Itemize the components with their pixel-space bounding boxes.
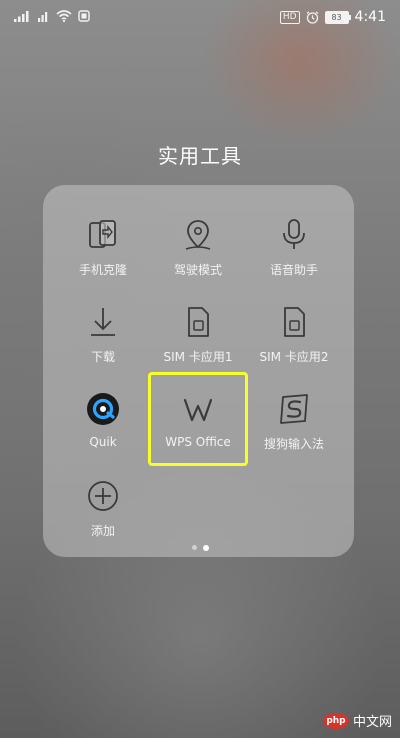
app-sogou-input[interactable]: 搜狗输入法 (242, 379, 346, 463)
app-label: Quik (89, 435, 117, 449)
app-driving-mode[interactable]: 驾驶模式 (146, 205, 250, 289)
app-label: SIM 卡应用1 (163, 350, 233, 364)
app-label: 下载 (90, 350, 115, 364)
phone-clone-icon (89, 220, 116, 248)
page-dot-1[interactable] (191, 545, 197, 550)
quik-app-icon (87, 393, 119, 425)
download-icon (91, 308, 115, 336)
status-bar-left (14, 10, 90, 22)
sogou-input-icon (280, 394, 308, 424)
hd-badge: HD (279, 10, 300, 24)
alarm-icon (306, 10, 318, 24)
app-label: 添加 (90, 524, 115, 538)
folder-title[interactable]: 实用工具 (0, 140, 400, 169)
microphone-icon (283, 219, 305, 249)
watermark-logo: php (322, 712, 349, 729)
sim-card-icon (284, 307, 305, 337)
battery-indicator: 83 (324, 10, 351, 24)
status-bar: HD 83 4:41 (0, 0, 400, 34)
wifi-icon (56, 10, 72, 22)
app-phone-clone[interactable]: 手机克隆 (51, 205, 155, 289)
app-download[interactable]: 下载 (51, 292, 155, 376)
notification-icon (78, 10, 90, 22)
app-quik[interactable]: Quik (51, 379, 155, 463)
add-app-button[interactable]: 添加 (51, 466, 155, 550)
status-bar-right: HD 83 4:41 (279, 9, 386, 25)
app-voice-assistant[interactable]: 语音助手 (242, 205, 346, 289)
clock: 4:41 (354, 9, 386, 25)
app-label: 搜狗输入法 (263, 437, 324, 451)
add-icon (88, 481, 118, 511)
page-dot-2[interactable] (202, 544, 209, 551)
app-label: 语音助手 (269, 263, 318, 277)
location-pin-icon (185, 220, 211, 250)
app-label: 手机克隆 (78, 263, 127, 277)
app-sim-card-1[interactable]: SIM 卡应用1 (146, 292, 250, 376)
sim-card-icon (188, 307, 209, 337)
watermark-text: 中文网 (352, 715, 392, 730)
app-sim-card-2[interactable]: SIM 卡应用2 (242, 292, 346, 376)
page-indicator (0, 544, 400, 551)
folder-panel: 手机克隆 驾驶模式 语音助手 下载 SIM 卡应用1 SIM 卡应用2 Quik… (43, 185, 354, 557)
app-label: SIM 卡应用2 (259, 350, 329, 364)
folder-screen: HD 83 4:41 实用工具 手机克隆 驾驶模式 语音助手 下载 SIM 卡应… (0, 0, 400, 738)
signal-2-icon (38, 12, 48, 22)
app-label: 驾驶模式 (173, 263, 222, 277)
signal-icon (14, 11, 29, 22)
highlight-annotation (148, 372, 248, 466)
watermark: php 中文网 (322, 711, 392, 730)
